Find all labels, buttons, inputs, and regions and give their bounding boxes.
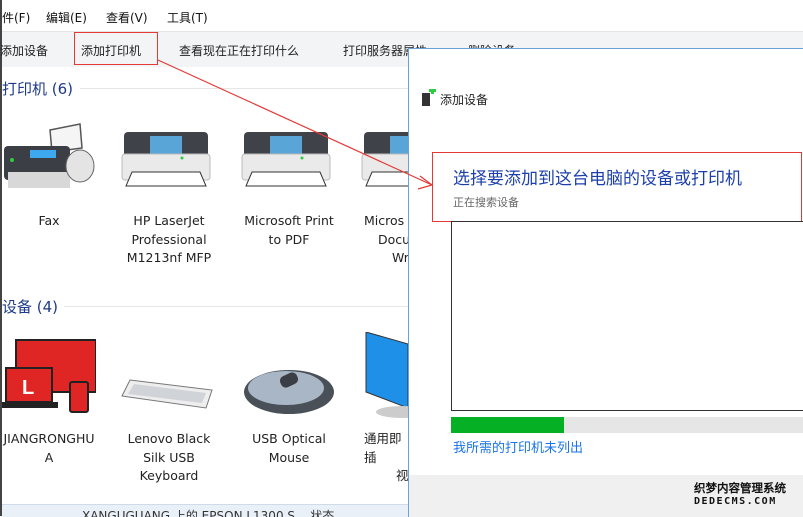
device-label[interactable]: Micros Docu Wr (354, 212, 408, 268)
device-label[interactable]: HP LaserJet Professional M1213nf MFP (114, 212, 224, 268)
section-divider (64, 306, 410, 307)
dialog-heading: 选择要添加到这台电脑的设备或打印机 (453, 169, 742, 189)
devices-section-title: 设备 (4) (2, 298, 59, 316)
device-label[interactable]: Fax (0, 212, 104, 231)
menu-bar: 件(F) 编辑(E) 查看(V) 工具(T) (2, 0, 803, 30)
printers-section-title: 打印机 (6) (2, 80, 74, 98)
device-label[interactable]: USB Optical Mouse (234, 430, 344, 467)
device-label[interactable]: Lenovo Black Silk USB Keyboard (114, 430, 224, 486)
fax-icon[interactable] (2, 122, 96, 192)
section-divider (80, 88, 410, 89)
svg-text:L: L (22, 377, 34, 399)
annotation-highlight-add-printer (74, 32, 158, 65)
keyboard-icon[interactable] (120, 376, 216, 412)
menu-tools[interactable]: 工具(T) (167, 9, 208, 26)
computer-devices-icon[interactable]: L (2, 338, 96, 418)
watermark: 织梦内容管理系统 DEDECMS.COM (694, 481, 786, 508)
add-device-icon (422, 89, 436, 106)
dialog-title: 添加设备 (440, 93, 489, 107)
see-whats-printing-button[interactable]: 查看现在正在打印什么 (179, 42, 299, 59)
printer-not-listed-link[interactable]: 我所需的打印机未列出 (453, 437, 583, 456)
printer-icon[interactable] (120, 128, 212, 188)
search-progress-bar (451, 417, 803, 433)
device-label[interactable]: JIANGRONGHU A (0, 430, 104, 467)
progress-fill (451, 417, 564, 433)
monitor-icon[interactable] (362, 332, 408, 424)
printer-icon[interactable] (240, 128, 332, 188)
device-label[interactable]: 通用即插 视 (354, 430, 408, 486)
menu-file[interactable]: 件(F) (2, 9, 30, 26)
menu-edit[interactable]: 编辑(E) (46, 9, 87, 26)
printer-icon[interactable] (360, 128, 408, 188)
device-label[interactable]: Microsoft Print to PDF (234, 212, 344, 249)
mouse-icon[interactable] (242, 366, 336, 416)
details-pane: XANGUGUANG 上的 EPSON L1300 S... 状态 (2, 504, 408, 517)
searching-status: 正在搜索设备 (453, 196, 519, 209)
device-list[interactable] (451, 221, 803, 411)
menu-view[interactable]: 查看(V) (106, 9, 148, 26)
add-device-button[interactable]: 添加设备 (0, 42, 48, 59)
